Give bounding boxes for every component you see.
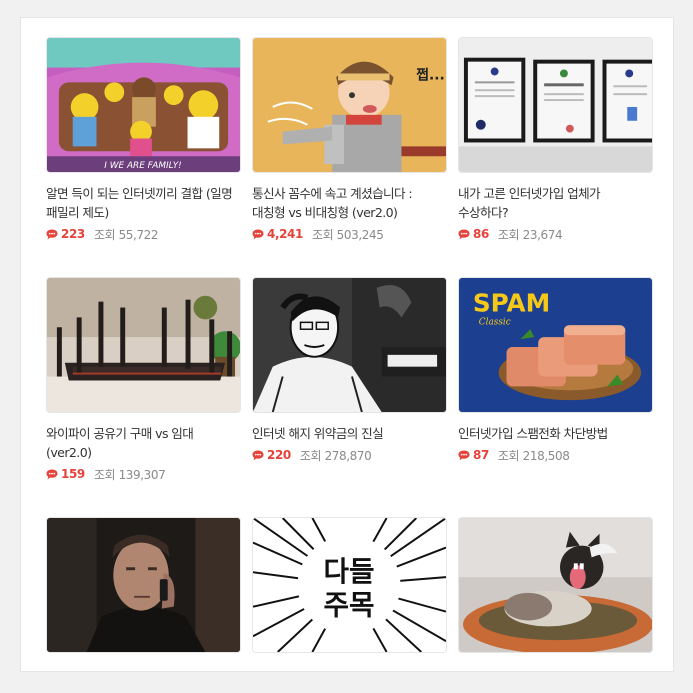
view-count: 조회 218,508	[497, 448, 570, 463]
article-meta: 159 조회 139,307	[46, 466, 241, 482]
view-count: 조회 55,722	[93, 227, 159, 242]
article-card[interactable]: 인터넷 해지 위약금의 진실 220 조회 278,870	[252, 277, 447, 463]
view-count: 조회 139,307	[93, 467, 166, 482]
comment-icon	[252, 229, 264, 239]
thumbnail-caption: 쩝...	[416, 67, 445, 83]
article-meta: 223 조회 55,722	[46, 226, 241, 242]
article-meta: 220 조회 278,870	[252, 447, 447, 463]
article-title[interactable]: 인터넷 해지 위약금의 진실	[252, 424, 447, 443]
article-title[interactable]: 내가 고른 인터넷가입 업체가 수상하다?	[458, 184, 653, 222]
thumbnail-brand-subtext: Classic	[479, 317, 511, 327]
comment-count: 4,241	[267, 227, 303, 241]
comment-icon	[46, 229, 58, 239]
article-thumbnail[interactable]	[458, 37, 653, 173]
article-meta: 4,241 조회 503,245	[252, 226, 447, 242]
comment-count: 159	[61, 467, 85, 481]
view-count: 조회 503,245	[311, 227, 384, 242]
article-thumbnail[interactable]: 쩝...	[252, 37, 447, 173]
article-title[interactable]: 알면 득이 되는 인터넷끼리 결합 (일명 패밀리 제도)	[46, 184, 241, 222]
article-card[interactable]: 내가 고른 인터넷가입 업체가 수상하다? 86 조회 23,674	[458, 37, 653, 242]
article-card[interactable]: I WE ARE FAMILY! 알면 득이 되는 인터넷끼리 결합 (일명 패…	[46, 37, 241, 242]
comment-count: 86	[473, 227, 489, 241]
comment-icon	[458, 229, 470, 239]
content-panel: I WE ARE FAMILY! 알면 득이 되는 인터넷끼리 결합 (일명 패…	[20, 17, 674, 672]
thumbnail-brand-text: SPAM	[473, 289, 550, 318]
comment-count: 87	[473, 448, 489, 462]
comment-count: 223	[61, 227, 85, 241]
article-thumbnail[interactable]	[252, 277, 447, 413]
article-thumbnail[interactable]	[46, 517, 241, 653]
article-meta: 87 조회 218,508	[458, 447, 653, 463]
article-thumbnail[interactable]	[46, 277, 241, 413]
view-count: 조회 23,674	[497, 227, 563, 242]
thumbnail-caption-bottom: 주목	[324, 589, 375, 622]
article-title[interactable]: 통신사 꼼수에 속고 계셨습니다 : 대칭형 vs 비대칭형 (ver2.0)	[252, 184, 447, 222]
article-card[interactable]: SPAM Classic 인터넷가입 스팸전화 차단방법 87 조회 218,5…	[458, 277, 653, 463]
article-thumbnail[interactable]: 다들 주목	[252, 517, 447, 653]
article-thumbnail[interactable]: SPAM Classic	[458, 277, 653, 413]
article-meta: 86 조회 23,674	[458, 226, 653, 242]
article-title[interactable]: 인터넷가입 스팸전화 차단방법	[458, 424, 653, 443]
article-card[interactable]: 쩝... 통신사 꼼수에 속고 계셨습니다 : 대칭형 vs 비대칭형 (ver…	[252, 37, 447, 242]
view-count: 조회 278,870	[299, 448, 372, 463]
comment-count: 220	[267, 448, 291, 462]
article-card[interactable]: 와이파이 공유기 구매 vs 임대 (ver2.0) 159 조회 139,30…	[46, 277, 241, 482]
comment-icon	[252, 450, 264, 460]
thumbnail-caption: I WE ARE FAMILY!	[104, 161, 182, 171]
comment-icon	[458, 450, 470, 460]
article-card[interactable]	[46, 517, 241, 664]
article-thumbnail[interactable]	[458, 517, 653, 653]
article-card[interactable]: 다들 주목	[252, 517, 447, 664]
article-title[interactable]: 와이파이 공유기 구매 vs 임대 (ver2.0)	[46, 424, 241, 462]
article-card[interactable]	[458, 517, 653, 664]
article-thumbnail[interactable]: I WE ARE FAMILY!	[46, 37, 241, 173]
comment-icon	[46, 469, 58, 479]
thumbnail-caption-top: 다들	[324, 555, 375, 588]
